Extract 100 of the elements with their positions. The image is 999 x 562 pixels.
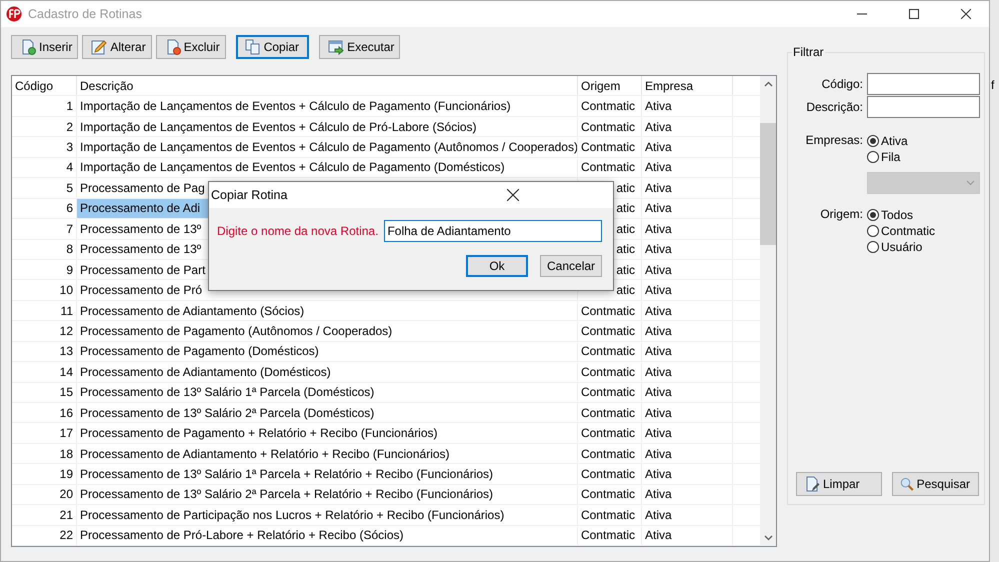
table-cell: 15 [12,382,77,402]
table-cell: 3 [12,137,77,157]
table-cell[interactable]: Processamento de 13º Salário 1ª Parcela (Domésticos) [77,382,578,402]
toolbar-button[interactable]: Executar [319,35,400,59]
table-cell[interactable]: Importação de Lançamentos de Eventos + Cálculo de Pagamento (Funcionários) [77,96,578,116]
name-input[interactable]: Folha de Adiantamento [384,220,602,242]
table-cell[interactable]: Importação de Lançamentos de Eventos + Cálculo de Pagamento (Autônomos / Cooperados) [77,137,578,157]
table-cell[interactable]: Importação de Lançamentos de Eventos + Cálculo de Pagamento (Domésticos) [77,158,578,178]
table-cell: Ativa [642,464,733,484]
table-cell: Ativa [642,96,733,116]
toolbar-button[interactable]: Inserir [11,35,78,59]
table-cell: Ativa [642,198,733,218]
document-pen-icon [804,476,820,492]
window-title: Cadastro de Rotinas [28,7,143,21]
column-header[interactable]: Descrição [77,76,578,96]
toolbar-button[interactable]: Alterar [82,35,152,59]
radio-button[interactable] [867,225,879,237]
dialog-title: Copiar Rotina [211,188,288,202]
table-cell: Contmatic [578,342,642,362]
radio-option[interactable]: Usuário [867,239,980,255]
table-cell[interactable]: Importação de Lançamentos de Eventos + Cálculo de Pró-Labore (Sócios) [77,116,578,136]
table-cell: 1 [12,96,77,116]
table-cell: Contmatic [578,158,642,178]
radio-button[interactable] [867,241,879,253]
copy-icon [244,39,261,55]
table-cell: 13 [12,342,77,362]
radio-option[interactable]: Fila [867,149,980,165]
field-label: Empresas: [804,133,863,147]
radio-button[interactable] [867,151,879,163]
table-cell: 14 [12,362,77,382]
input-field[interactable] [867,73,980,95]
cancel-button[interactable]: Cancelar [540,255,602,277]
radio-option[interactable]: Ativa [867,133,980,149]
table-cell: 9 [12,260,77,280]
delete-document-icon [164,39,181,55]
table-cell: Ativa [642,342,733,362]
table-cell: Contmatic [578,423,642,443]
table-cell: Ativa [642,321,733,341]
table-cell: Ativa [642,362,733,382]
table-cell[interactable]: Processamento de Pagamento (Domésticos) [77,342,578,362]
field-label: Descrição: [805,100,863,114]
table-cell: 7 [12,219,77,238]
table-cell: Ativa [642,505,733,525]
scroll-down-icon[interactable] [764,535,772,541]
background-text: f [991,78,994,92]
scroll-up-icon[interactable] [764,81,772,87]
table-cell: Ativa [642,240,733,259]
ok-button[interactable]: Ok [466,255,528,277]
table-cell: 2 [12,116,77,136]
table-cell: 12 [12,321,77,341]
table-cell: 10 [12,280,77,300]
toolbar-button[interactable]: Copiar [236,35,310,59]
table-cell[interactable]: Processamento de Adiantamento (Sócios) [77,300,578,320]
column-header[interactable]: Origem [578,76,642,96]
toolbar-button[interactable]: Excluir [156,35,226,59]
table-cell: 18 [12,444,77,464]
table-cell[interactable]: Processamento de Adiantamento + Relatório + Recibo (Funcionários) [77,444,578,464]
radio-button[interactable] [867,209,879,221]
radio-button[interactable] [867,135,879,147]
table-cell[interactable]: Processamento de 13º Salário 2ª Parcela (Domésticos) [77,403,578,422]
scroll-thumb[interactable] [760,123,776,245]
radio-option[interactable]: Contmatic [867,223,980,239]
scrollbar[interactable] [760,76,776,546]
table-cell: 20 [12,484,77,504]
chevron-down-icon [966,180,975,186]
table-cell[interactable]: Processamento de 13º Salário 2ª Parcela + Relatório + Recibo (Funcionários) [77,484,578,504]
table-cell: Ativa [642,382,733,402]
pencil-icon [91,39,108,55]
table-cell: Ativa [642,423,733,443]
app-logo-icon [6,6,22,22]
radio-option[interactable]: Todos [867,207,980,223]
maximize-icon [909,9,919,19]
table-cell: Ativa [642,219,733,238]
table-cell: Contmatic [578,382,642,402]
clear-button[interactable]: Limpar [796,472,882,496]
search-button[interactable]: Pesquisar [892,472,979,496]
table-cell: Ativa [642,178,733,198]
new-document-icon [20,39,36,55]
table-cell[interactable]: Processamento de Pagamento + Relatório + Recibo (Funcionários) [77,423,578,443]
table-cell: Ativa [642,260,733,280]
table-cell: 19 [12,464,77,484]
table-cell[interactable]: Processamento de Adiantamento (Domésticos) [77,362,578,382]
column-header[interactable]: Empresa [642,76,733,96]
table-cell: Contmatic [578,300,642,320]
table-cell: 16 [12,403,77,422]
table-cell[interactable]: Processamento de Pró-Labore + Relatório + Recibo (Sócios) [77,526,578,546]
table-cell: Ativa [642,484,733,504]
table-cell[interactable]: Processamento de Participação nos Lucros + Relatório + Recibo (Funcionários) [77,505,578,525]
table-cell: Contmatic [578,321,642,341]
group-title: Filtrar [792,45,825,59]
close-icon [506,189,518,201]
table-cell[interactable]: Processamento de 13º Salário 1ª Parcela + Relatório + Recibo (Funcionários) [77,464,578,484]
table-cell[interactable]: Processamento de Pagamento (Autônomos / Cooperados) [77,321,578,341]
table-cell: Contmatic [578,137,642,157]
table-cell: Contmatic [578,444,642,464]
table-cell: 22 [12,526,77,546]
input-field[interactable] [867,96,980,118]
table-cell: Ativa [642,403,733,422]
table-cell: Contmatic [578,505,642,525]
column-header[interactable]: Código [12,76,77,96]
